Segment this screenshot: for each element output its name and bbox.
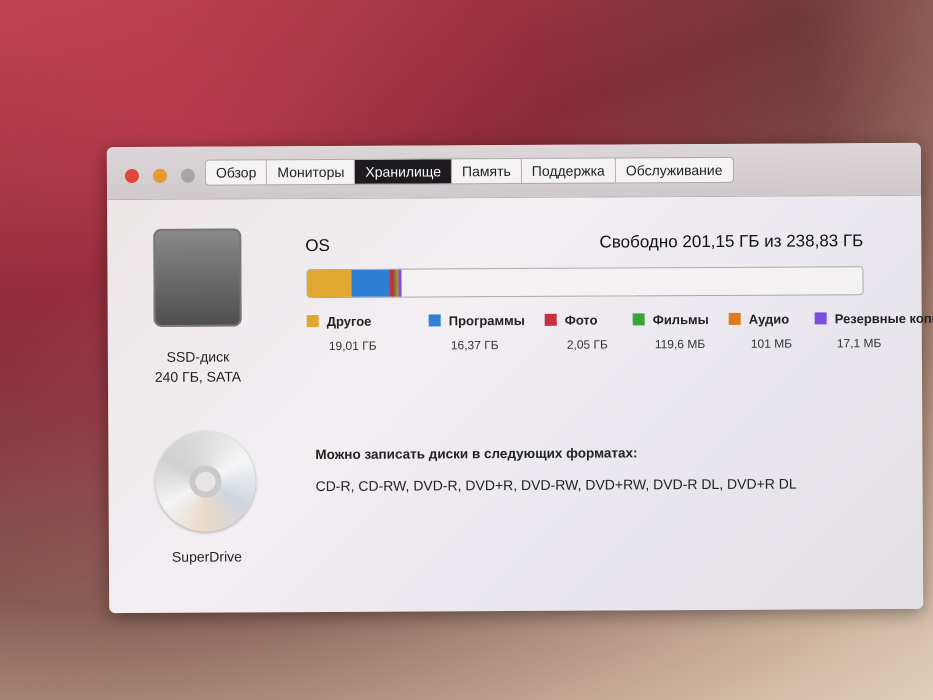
- legend-label: Другое: [326, 313, 372, 329]
- legend-label: Фото: [564, 312, 598, 328]
- tab-bar: Обзор Мониторы Хранилище Память Поддержк…: [204, 156, 734, 186]
- optical-disc-icon: [155, 431, 256, 532]
- legend-size: 2,05 ГБ: [566, 337, 608, 352]
- legend-item: Аудио 101 МБ: [728, 310, 803, 351]
- hard-drive-icon: [153, 228, 242, 327]
- legend-label: Фильмы: [652, 311, 709, 328]
- tab-storage[interactable]: Хранилище: [355, 159, 453, 184]
- storage-usage-bar: [306, 266, 864, 299]
- storage-legend: Другое 19,01 ГБ Программы 16,37 ГБ Фото 2,05 …: [306, 310, 933, 354]
- legend-item: Программы 16,37 ГБ: [428, 312, 533, 353]
- usage-segment-0: [307, 269, 352, 298]
- volume-name: OS: [305, 235, 330, 256]
- legend-swatch: [728, 312, 741, 325]
- legend-label: Резервные копии: [834, 310, 933, 327]
- legend-item: Фильмы 119,6 МБ: [632, 311, 717, 352]
- legend-size: 101 МБ: [750, 336, 793, 351]
- burn-formats-list: CD-R, CD-RW, DVD-R, DVD+R, DVD-RW, DVD+R…: [315, 475, 797, 495]
- legend-size: 19,01 ГБ: [328, 338, 377, 353]
- legend-swatch: [814, 312, 827, 325]
- usage-segment-1: [351, 269, 390, 297]
- burn-formats-heading: Можно записать диски в следующих формата…: [315, 445, 638, 463]
- legend-size: 17,1 МБ: [836, 336, 882, 351]
- tab-memory[interactable]: Память: [451, 158, 522, 184]
- close-button[interactable]: [124, 168, 139, 184]
- legend-label: Программы: [448, 312, 525, 329]
- legend-swatch: [428, 314, 441, 327]
- usage-segment-5: [398, 269, 402, 297]
- about-this-mac-window: Обзор Мониторы Хранилище Память Поддержк…: [106, 142, 933, 614]
- zoom-button[interactable]: [180, 168, 195, 183]
- tab-service[interactable]: Обслуживание: [616, 158, 733, 183]
- free-space: Свободно 201,15 ГБ из 238,83 ГБ: [599, 231, 864, 252]
- tab-overview[interactable]: Обзор: [205, 160, 268, 185]
- superdrive-name: SuperDrive: [171, 548, 242, 565]
- tab-displays[interactable]: Мониторы: [267, 159, 356, 185]
- legend-size: 16,37 ГБ: [450, 338, 499, 353]
- legend-swatch: [632, 313, 645, 326]
- ssd-detail: 240 ГБ, SATA: [154, 368, 242, 385]
- legend-swatch: [306, 315, 319, 328]
- ssd-name: SSD-диск: [166, 348, 230, 365]
- legend-size: 119,6 МБ: [654, 337, 706, 352]
- legend-item: Резервные копии 17,1 МБ: [814, 310, 933, 351]
- tab-support[interactable]: Поддержка: [521, 158, 616, 183]
- legend-label: Аудио: [748, 311, 790, 327]
- legend-item: Фото 2,05 ГБ: [544, 311, 621, 352]
- legend-swatch: [544, 313, 557, 326]
- title-bar: Обзор Мониторы Хранилище Память Поддержк…: [106, 142, 922, 201]
- minimize-button[interactable]: [152, 168, 167, 183]
- legend-item: Другое 19,01 ГБ: [306, 313, 417, 354]
